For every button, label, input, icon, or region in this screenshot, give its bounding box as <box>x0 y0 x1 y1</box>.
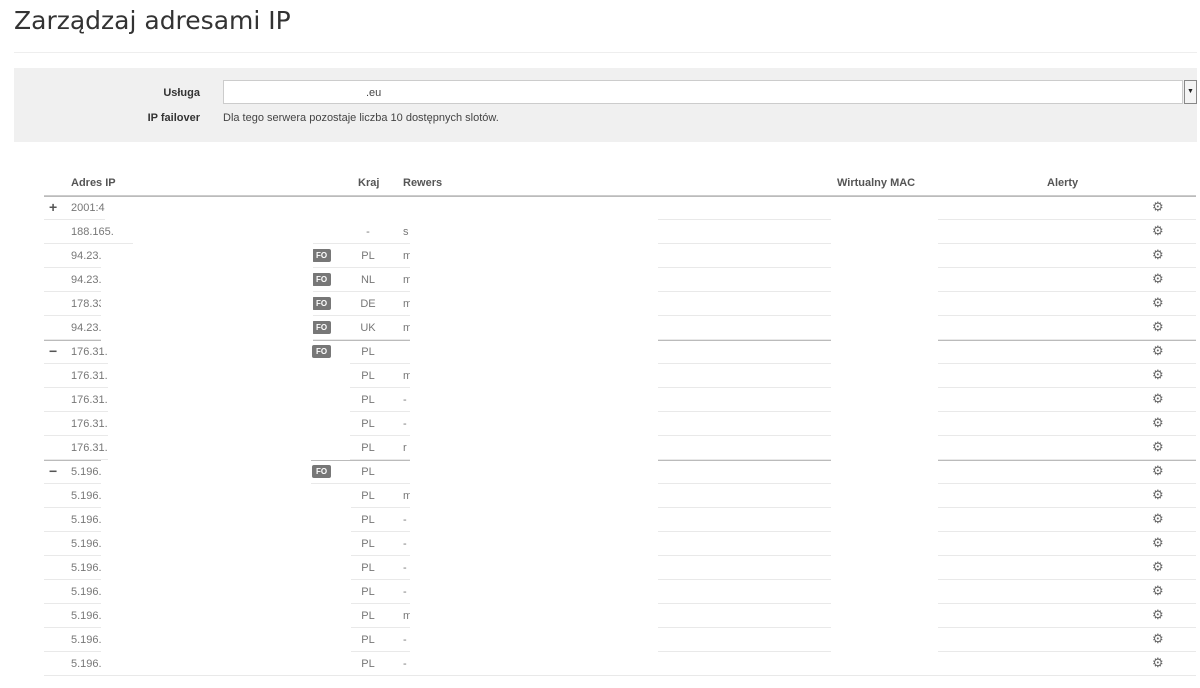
minus-icon[interactable]: − <box>49 343 57 359</box>
service-select-value: .eu <box>366 87 382 99</box>
gear-icon[interactable]: ⚙ <box>1152 367 1164 383</box>
redaction-mask <box>133 198 313 342</box>
ip-address-cell: 94.23. <box>71 274 102 286</box>
country-cell: PL <box>361 418 375 430</box>
ip-address-cell: 94.23. <box>71 250 102 262</box>
ip-address-cell: 5.196. <box>71 586 102 598</box>
gear-icon[interactable]: ⚙ <box>1152 631 1164 647</box>
gear-icon[interactable]: ⚙ <box>1152 463 1164 479</box>
plus-icon[interactable]: + <box>49 199 57 215</box>
redaction-mask <box>108 342 160 460</box>
country-cell: PL <box>361 586 375 598</box>
reverse-cell: - <box>403 394 407 406</box>
reverse-cell: - <box>403 514 407 526</box>
failover-info-text: Dla tego serwera pozostaje liczba 10 dos… <box>223 112 499 124</box>
ip-address-cell: 176.31. <box>71 442 108 454</box>
failover-badge: FO <box>312 321 331 334</box>
title-divider <box>14 52 1197 53</box>
country-cell: - <box>366 226 370 238</box>
service-panel: Usługa .eu ▼ IP failover Dla tego serwer… <box>14 68 1197 142</box>
ip-address-cell: 94.23. <box>71 322 102 334</box>
redaction-mask <box>101 246 141 342</box>
ip-address-cell: 176.31. <box>71 418 108 430</box>
gear-icon[interactable]: ⚙ <box>1152 223 1164 239</box>
reverse-cell: - <box>403 658 407 670</box>
country-cell: PL <box>361 562 375 574</box>
reverse-cell: r <box>403 442 407 454</box>
ip-address-cell: 5.196. <box>71 466 102 478</box>
gear-icon[interactable]: ⚙ <box>1152 607 1164 623</box>
column-header-virtual-mac[interactable]: Wirtualny MAC <box>837 177 915 189</box>
country-cell: PL <box>361 658 375 670</box>
ip-address-cell: 5.196. <box>71 490 102 502</box>
gear-icon[interactable]: ⚙ <box>1152 247 1164 263</box>
column-header-country[interactable]: Kraj <box>358 177 379 189</box>
ip-address-cell: 5.196. <box>71 610 102 622</box>
gear-icon[interactable]: ⚙ <box>1152 391 1164 407</box>
country-cell: PL <box>361 250 375 262</box>
country-cell: PL <box>361 394 375 406</box>
gear-icon[interactable]: ⚙ <box>1152 487 1164 503</box>
redaction-mask <box>101 486 351 668</box>
reverse-cell: - <box>403 418 407 430</box>
gear-icon[interactable]: ⚙ <box>1152 439 1164 455</box>
failover-badge: FO <box>312 465 331 478</box>
country-cell: PL <box>361 442 375 454</box>
minus-icon[interactable]: − <box>49 463 57 479</box>
ip-address-cell: 5.196. <box>71 658 102 670</box>
ip-address-cell: 176.31. <box>71 346 108 358</box>
country-cell: PL <box>361 538 375 550</box>
ip-address-cell: 5.196. <box>71 634 102 646</box>
reverse-cell: - <box>403 562 407 574</box>
country-cell: UK <box>360 322 376 334</box>
reverse-cell: - <box>403 634 407 646</box>
reverse-cell: - <box>403 538 407 550</box>
gear-icon[interactable]: ⚙ <box>1152 319 1164 335</box>
gear-icon[interactable]: ⚙ <box>1152 271 1164 287</box>
gear-icon[interactable]: ⚙ <box>1152 415 1164 431</box>
country-cell: PL <box>361 370 375 382</box>
ip-address-cell: 176.31. <box>71 394 108 406</box>
ip-address-cell: 5.196. <box>71 514 102 526</box>
country-cell: DE <box>360 298 376 310</box>
country-cell: PL <box>361 634 375 646</box>
failover-label: IP failover <box>147 112 200 124</box>
redaction-mask <box>101 460 311 486</box>
ip-address-cell: 5.196. <box>71 538 102 550</box>
column-header-reverse[interactable]: Rewers <box>403 177 442 189</box>
gear-icon[interactable]: ⚙ <box>1152 583 1164 599</box>
reverse-cell: - <box>403 586 407 598</box>
ip-address-cell: 188.165. <box>71 226 114 238</box>
failover-badge: FO <box>312 249 331 262</box>
country-cell: PL <box>361 610 375 622</box>
gear-icon[interactable]: ⚙ <box>1152 199 1164 215</box>
ip-address-cell: 5.196. <box>71 562 102 574</box>
column-header-alerts[interactable]: Alerty <box>1047 177 1078 189</box>
page-title: Zarządzaj adresami IP <box>14 6 291 35</box>
gear-icon[interactable]: ⚙ <box>1152 559 1164 575</box>
caret-down-icon[interactable]: ▼ <box>1184 80 1197 104</box>
country-cell: NL <box>360 274 376 286</box>
redaction-mask <box>160 360 350 460</box>
country-cell: PL <box>361 466 375 478</box>
gear-icon[interactable]: ⚙ <box>1152 655 1164 671</box>
reverse-cell: s <box>403 226 409 238</box>
failover-badge: FO <box>312 273 331 286</box>
country-cell: PL <box>361 346 375 358</box>
gear-icon[interactable]: ⚙ <box>1152 511 1164 527</box>
redaction-mask <box>831 198 938 668</box>
ip-address-cell: 176.31. <box>71 370 108 382</box>
redaction-mask <box>410 198 658 668</box>
country-cell: PL <box>361 514 375 526</box>
column-header-ip[interactable]: Adres IP <box>71 177 116 189</box>
country-cell: PL <box>361 490 375 502</box>
failover-badge: FO <box>312 297 331 310</box>
gear-icon[interactable]: ⚙ <box>1152 343 1164 359</box>
service-select[interactable]: .eu ▼ <box>223 80 1197 104</box>
failover-badge: FO <box>312 345 331 358</box>
gear-icon[interactable]: ⚙ <box>1152 535 1164 551</box>
gear-icon[interactable]: ⚙ <box>1152 295 1164 311</box>
service-label: Usługa <box>163 87 200 99</box>
